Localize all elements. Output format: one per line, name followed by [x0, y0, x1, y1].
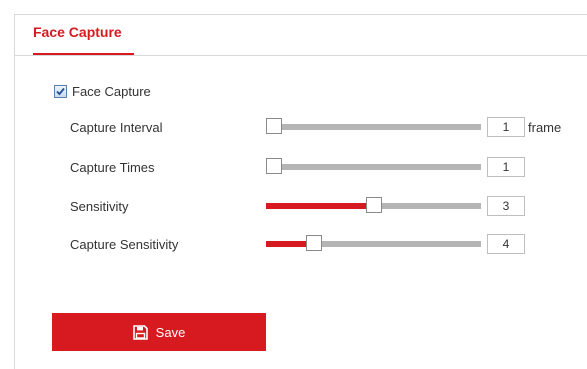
- save-button[interactable]: Save: [52, 313, 266, 351]
- capture-times-input[interactable]: [487, 157, 525, 177]
- tab-face-capture[interactable]: Face Capture: [33, 15, 134, 55]
- face-capture-checkbox[interactable]: [54, 84, 67, 98]
- tab-bar: Face Capture: [15, 15, 587, 56]
- sensitivity-slider-fill: [266, 203, 374, 209]
- face-capture-checkbox-label: Face Capture: [72, 83, 151, 99]
- capture-times-slider-thumb[interactable]: [266, 158, 282, 174]
- checkmark-icon: [56, 87, 65, 95]
- capture-interval-input[interactable]: [487, 117, 525, 137]
- face-capture-toggle[interactable]: Face Capture: [54, 83, 151, 99]
- sensitivity-slider[interactable]: [266, 197, 481, 213]
- capture-times-label: Capture Times: [70, 160, 155, 175]
- floppy-disk-icon: [132, 324, 148, 340]
- capture-sensitivity-slider[interactable]: [266, 235, 481, 251]
- save-button-label: Save: [155, 324, 186, 340]
- capture-interval-slider-thumb[interactable]: [266, 118, 282, 134]
- sensitivity-slider-thumb[interactable]: [365, 197, 382, 213]
- capture-interval-slider[interactable]: [266, 118, 481, 134]
- capture-sensitivity-slider-thumb[interactable]: [305, 235, 322, 251]
- capture-sensitivity-label: Capture Sensitivity: [70, 237, 179, 252]
- capture-interval-unit: frame: [528, 120, 562, 135]
- sensitivity-label: Sensitivity: [70, 199, 129, 214]
- capture-interval-label: Capture Interval: [70, 120, 163, 135]
- capture-times-slider[interactable]: [266, 158, 481, 174]
- sensitivity-input[interactable]: [487, 196, 525, 216]
- capture-sensitivity-input[interactable]: [487, 234, 525, 254]
